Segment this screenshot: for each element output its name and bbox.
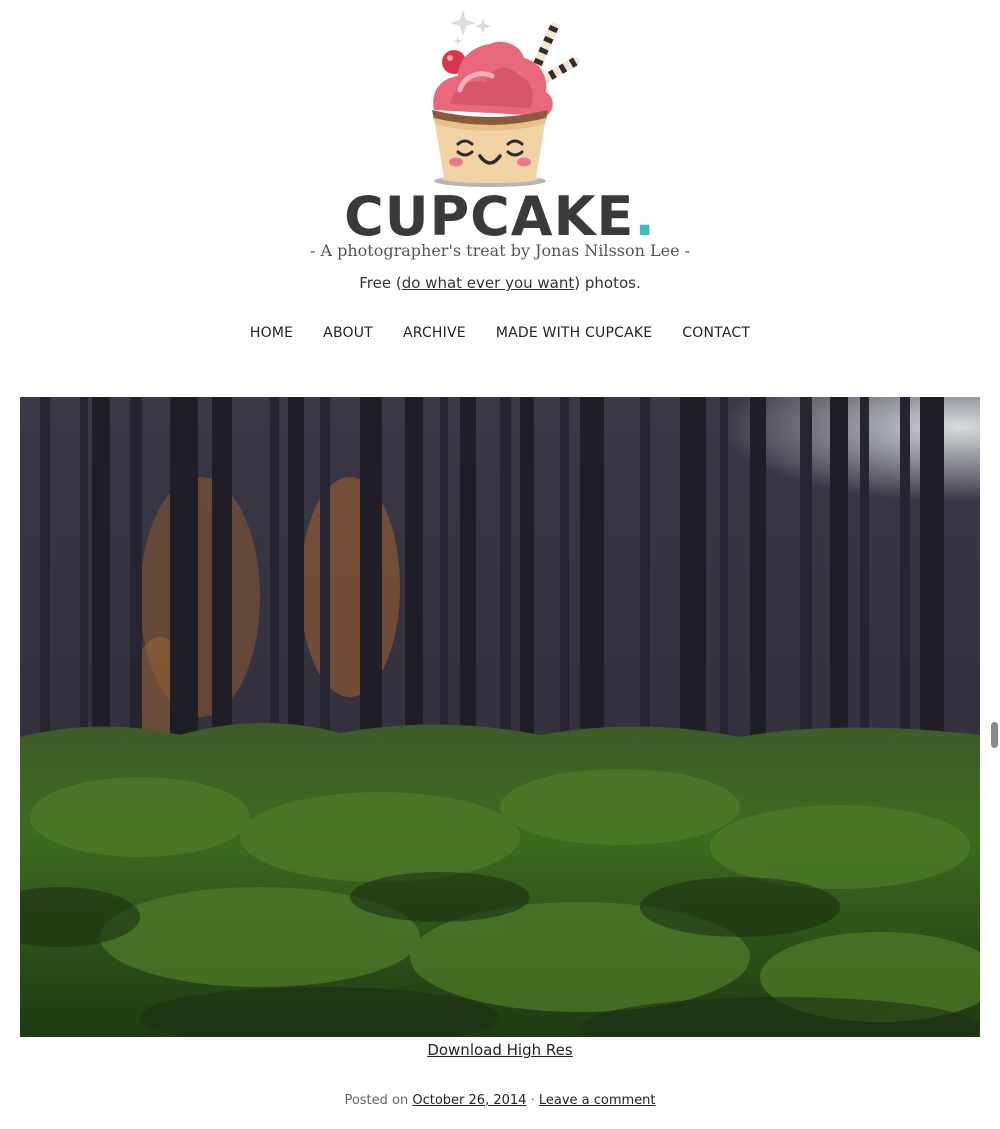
site-title-dot: .: [634, 185, 656, 248]
nav-item-home[interactable]: HOME: [250, 322, 293, 344]
site-tagline: - A photographer's treat by Jonas Nilsso…: [309, 241, 691, 260]
leave-comment-link[interactable]: Leave a comment: [539, 1093, 656, 1108]
license-link[interactable]: do what ever you want: [402, 274, 575, 292]
nav-item-contact[interactable]: CONTACT: [682, 322, 750, 344]
free-prefix: Free (: [359, 274, 402, 292]
forest-photo-image: [20, 397, 980, 1037]
nav-item-about[interactable]: ABOUT: [323, 322, 373, 344]
site-title-text: CUPCAKE: [344, 185, 635, 248]
post-date-link[interactable]: October 26, 2014: [412, 1093, 526, 1108]
free-suffix: ) photos.: [574, 274, 641, 292]
post-meta: Posted on October 26, 2014 · Leave a com…: [0, 1091, 1000, 1111]
nav-item-made-with-cupcake[interactable]: MADE WITH CUPCAKE: [496, 322, 652, 344]
download-section: Download High Res: [0, 1039, 1000, 1061]
cupcake-logo-icon[interactable]: [420, 6, 590, 190]
post-photo[interactable]: [20, 397, 980, 1037]
posted-on-label: Posted on: [344, 1093, 409, 1108]
nav-item-archive[interactable]: ARCHIVE: [403, 322, 466, 344]
scrollbar-thumb[interactable]: [991, 722, 998, 748]
main-navigation: HOME ABOUT ARCHIVE MADE WITH CUPCAKE CONTACT: [0, 322, 1000, 344]
site-description: Free (do what ever you want) photos.: [0, 272, 1000, 294]
meta-separator: ·: [530, 1093, 535, 1108]
download-high-res-link[interactable]: Download High Res: [427, 1041, 572, 1059]
